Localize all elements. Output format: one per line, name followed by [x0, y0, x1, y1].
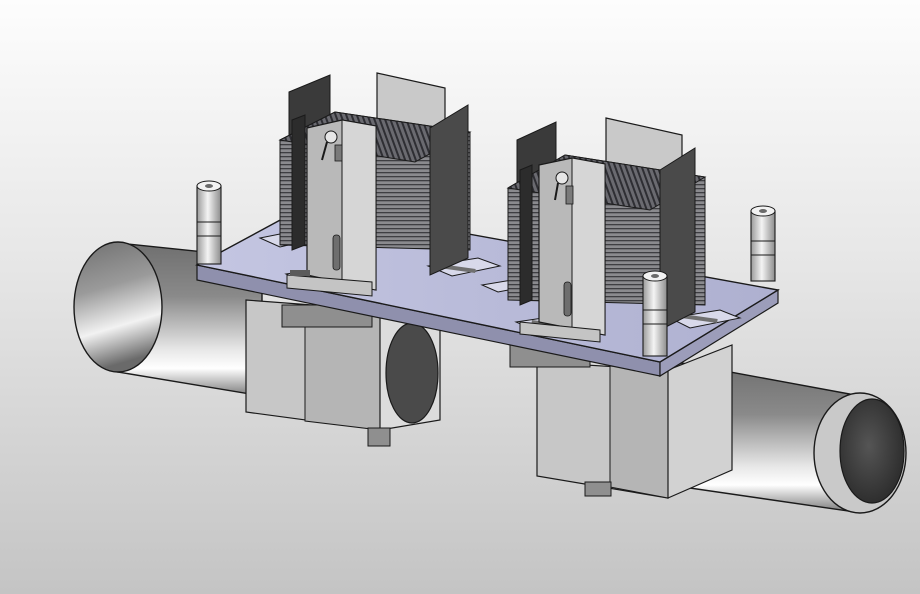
- assembly-drawing: [73, 72, 907, 514]
- standoff-back-right: [750, 205, 776, 282]
- cad-viewport[interactable]: [0, 0, 920, 594]
- left-heat-sink: [278, 72, 472, 297]
- standoff-front-left: [196, 180, 222, 265]
- standoff-front-right: [642, 270, 668, 357]
